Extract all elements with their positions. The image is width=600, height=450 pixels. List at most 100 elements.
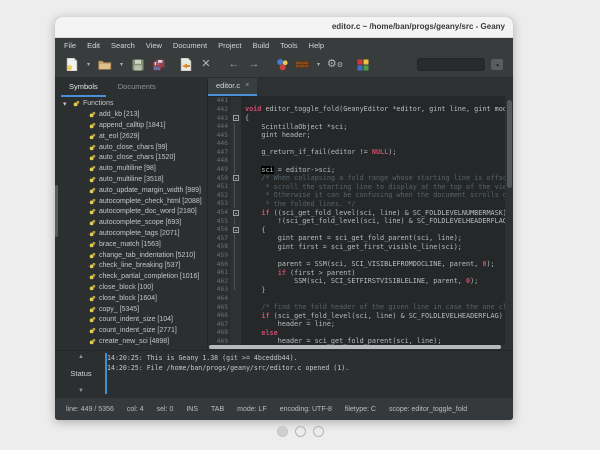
goto-line-icon[interactable]: ◂ <box>491 59 503 70</box>
build-button[interactable] <box>295 58 309 72</box>
line-number[interactable]: 454 <box>208 208 231 217</box>
menu-view[interactable]: View <box>146 41 162 50</box>
carousel-dot[interactable] <box>313 426 324 437</box>
symbol-item[interactable]: copy_ [5345] <box>55 304 207 315</box>
symbol-item[interactable]: count_indent_size [2771] <box>55 325 207 336</box>
menu-file[interactable]: File <box>64 41 76 50</box>
line-number[interactable]: 452 <box>208 191 231 200</box>
window-titlebar[interactable]: editor.c ~ /home/ban/progs/geany/src - G… <box>55 17 513 38</box>
symbol-item[interactable]: check_partial_completion [1016] <box>55 271 207 282</box>
line-number[interactable]: 441 <box>208 97 231 106</box>
symbol-item[interactable]: autocomplete_scope [693] <box>55 217 207 228</box>
line-number[interactable]: 445 <box>208 131 231 140</box>
symbol-item[interactable]: append_calltip [1841] <box>55 120 207 131</box>
menu-edit[interactable]: Edit <box>87 41 100 50</box>
symbol-item[interactable]: auto_multiline [98] <box>55 163 207 174</box>
menu-search[interactable]: Search <box>111 41 135 50</box>
nav-forward-button[interactable]: → <box>247 58 261 72</box>
tab-editor-c[interactable]: editor.c × <box>208 78 257 96</box>
nav-back-button[interactable]: ← <box>227 58 241 72</box>
open-file-button[interactable] <box>98 58 112 72</box>
carousel-dot[interactable] <box>295 426 306 437</box>
line-number[interactable]: 459 <box>208 251 231 260</box>
symbol-item[interactable]: auto_close_chars [99] <box>55 142 207 153</box>
symbol-item[interactable]: autocomplete_tags [2071] <box>55 228 207 239</box>
line-number[interactable]: 442 <box>208 105 231 114</box>
symbol-item[interactable]: create_new_sci [4898] <box>55 336 207 347</box>
save-all-button[interactable] <box>151 58 165 72</box>
symbol-item[interactable]: autocomplete_check_html [2088] <box>55 196 207 207</box>
line-number[interactable]: 453 <box>208 200 231 209</box>
line-number[interactable]: 461 <box>208 268 231 277</box>
line-number[interactable]: 447 <box>208 148 231 157</box>
line-number[interactable]: 468 <box>208 329 231 338</box>
search-entry[interactable] <box>417 58 485 71</box>
tab-symbols[interactable]: Symbols <box>61 78 106 97</box>
line-number[interactable]: 451 <box>208 182 231 191</box>
menu-help[interactable]: Help <box>309 41 324 50</box>
fold-marker[interactable] <box>231 225 241 234</box>
line-number[interactable]: 465 <box>208 303 231 312</box>
new-file-button[interactable] <box>65 58 79 72</box>
tab-scroll-up-icon[interactable]: ▲ <box>78 354 84 360</box>
line-number[interactable]: 466 <box>208 311 231 320</box>
line-number[interactable]: 463 <box>208 286 231 295</box>
line-number[interactable]: 469 <box>208 337 231 344</box>
line-number[interactable]: 464 <box>208 294 231 303</box>
editor-hscrollbar[interactable] <box>208 345 513 350</box>
line-number[interactable]: 457 <box>208 234 231 243</box>
fold-marker[interactable] <box>231 208 241 217</box>
line-number[interactable]: 456 <box>208 225 231 234</box>
line-number[interactable]: 462 <box>208 277 231 286</box>
menu-document[interactable]: Document <box>173 41 207 50</box>
symbol-item[interactable]: brace_match [1563] <box>55 239 207 250</box>
tab-documents[interactable]: Documents <box>110 78 164 97</box>
color-chooser-button[interactable] <box>356 58 370 72</box>
vscrollbar-thumb[interactable] <box>507 100 512 188</box>
line-number[interactable]: 467 <box>208 320 231 329</box>
line-number[interactable]: 458 <box>208 243 231 252</box>
line-number[interactable]: 446 <box>208 140 231 149</box>
line-number[interactable]: 450 <box>208 174 231 183</box>
open-file-menu-caret[interactable]: ▾ <box>118 61 125 68</box>
close-document-button[interactable]: ✕ <box>199 58 213 72</box>
tab-status[interactable]: Status <box>70 369 91 378</box>
compile-button[interactable] <box>275 58 289 72</box>
fold-marker[interactable] <box>231 114 241 123</box>
revert-button[interactable] <box>179 58 193 72</box>
expander-icon[interactable]: ▾ <box>63 100 70 108</box>
save-button[interactable] <box>131 58 145 72</box>
carousel-dot[interactable] <box>277 426 288 437</box>
symbol-root-functions[interactable]: ▾ Functions <box>55 99 207 110</box>
symbol-item[interactable]: autocomplete_doc_word [2180] <box>55 207 207 218</box>
run-button[interactable]: ⚙⚙ <box>328 58 342 72</box>
line-number[interactable]: 460 <box>208 260 231 269</box>
symbol-item[interactable]: auto_multiline [3518] <box>55 174 207 185</box>
editor-vscrollbar[interactable] <box>505 96 513 345</box>
symbol-item[interactable]: close_block [100] <box>55 282 207 293</box>
fold-marker[interactable] <box>231 174 241 183</box>
symbol-item[interactable]: at_eol [2629] <box>55 131 207 142</box>
symbol-item[interactable]: close_block [1604] <box>55 293 207 304</box>
line-number[interactable]: 455 <box>208 217 231 226</box>
line-number[interactable]: 448 <box>208 157 231 166</box>
new-file-menu-caret[interactable]: ▾ <box>85 61 92 68</box>
symbol-item[interactable]: check_line_breaking [537] <box>55 260 207 271</box>
menu-project[interactable]: Project <box>218 41 241 50</box>
code-area[interactable]: 441442void editor_toggle_fold(GeanyEdito… <box>208 97 513 345</box>
symbol-item[interactable]: auto_update_margin_width [989] <box>55 185 207 196</box>
symbol-item[interactable]: add_kb [213] <box>55 109 207 120</box>
tab-scroll-down-icon[interactable]: ▼ <box>78 388 84 394</box>
hscrollbar-thumb[interactable] <box>209 345 501 349</box>
symbol-item[interactable]: auto_close_chars [1520] <box>55 153 207 164</box>
menu-tools[interactable]: Tools <box>280 41 298 50</box>
line-number[interactable]: 444 <box>208 122 231 131</box>
line-number[interactable]: 449 <box>208 165 231 174</box>
menu-build[interactable]: Build <box>252 41 269 50</box>
build-menu-caret[interactable]: ▾ <box>315 61 322 68</box>
sidebar-scrollbar[interactable] <box>55 185 58 237</box>
line-number[interactable]: 443 <box>208 114 231 123</box>
symbol-item[interactable]: change_tab_indentation [5210] <box>55 250 207 261</box>
symbol-item[interactable]: count_indent_size [104] <box>55 314 207 325</box>
tab-close-icon[interactable]: × <box>245 82 249 89</box>
